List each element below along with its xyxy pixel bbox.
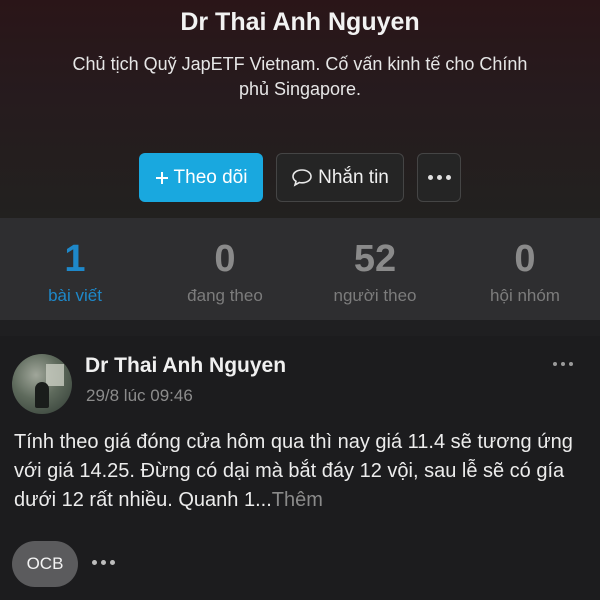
stat-value: 0 (214, 238, 236, 280)
stat-label: hội nhóm (490, 286, 560, 305)
post-menu-button[interactable] (553, 362, 573, 366)
more-horizontal-icon (553, 362, 573, 366)
avatar-background-panel (46, 364, 64, 386)
avatar[interactable] (12, 354, 72, 414)
stat-following[interactable]: 0 đang theo (150, 218, 300, 320)
stat-posts[interactable]: 1 bài viết (0, 218, 150, 320)
follow-label: Theo dõi (173, 166, 248, 188)
avatar-figure (35, 382, 49, 408)
plus-icon (155, 171, 169, 185)
tag-more-button[interactable] (92, 560, 115, 565)
chat-bubble-icon (291, 168, 313, 188)
profile-header: Dr Thai Anh Nguyen Chủ tịch Quỹ JapETF V… (0, 0, 600, 218)
see-more-link[interactable]: Thêm (272, 489, 323, 511)
stat-value: 1 (64, 238, 86, 280)
stock-tag[interactable]: OCB (12, 541, 78, 587)
more-horizontal-icon (92, 560, 115, 565)
stat-value: 0 (514, 238, 536, 280)
stat-label: đang theo (187, 286, 263, 305)
post-author[interactable]: Dr Thai Anh Nguyen (85, 354, 286, 378)
message-button[interactable]: Nhắn tin (276, 153, 404, 202)
post-card: Dr Thai Anh Nguyen 29/8 lúc 09:46 Tính t… (0, 336, 600, 600)
post-timestamp: 29/8 lúc 09:46 (86, 386, 193, 405)
post-body[interactable]: Tính theo giá đóng cửa hôm qua thì nay g… (14, 428, 589, 515)
follow-button[interactable]: Theo dõi (139, 153, 263, 202)
stat-label: bài viết (48, 286, 102, 305)
message-label: Nhắn tin (318, 166, 389, 188)
more-horizontal-icon (427, 175, 451, 180)
stat-label: người theo (333, 286, 417, 305)
stat-value: 52 (353, 238, 397, 280)
stat-followers[interactable]: 52 người theo (300, 218, 450, 320)
profile-bio: Chủ tịch Quỹ JapETF Vietnam. Cố vấn kinh… (72, 54, 528, 99)
profile-stats: 1 bài viết 0 đang theo 52 người theo 0 h… (0, 218, 600, 320)
more-options-button[interactable] (417, 153, 461, 202)
profile-name: Dr Thai Anh Nguyen (180, 8, 420, 36)
stat-groups[interactable]: 0 hội nhóm (450, 218, 600, 320)
